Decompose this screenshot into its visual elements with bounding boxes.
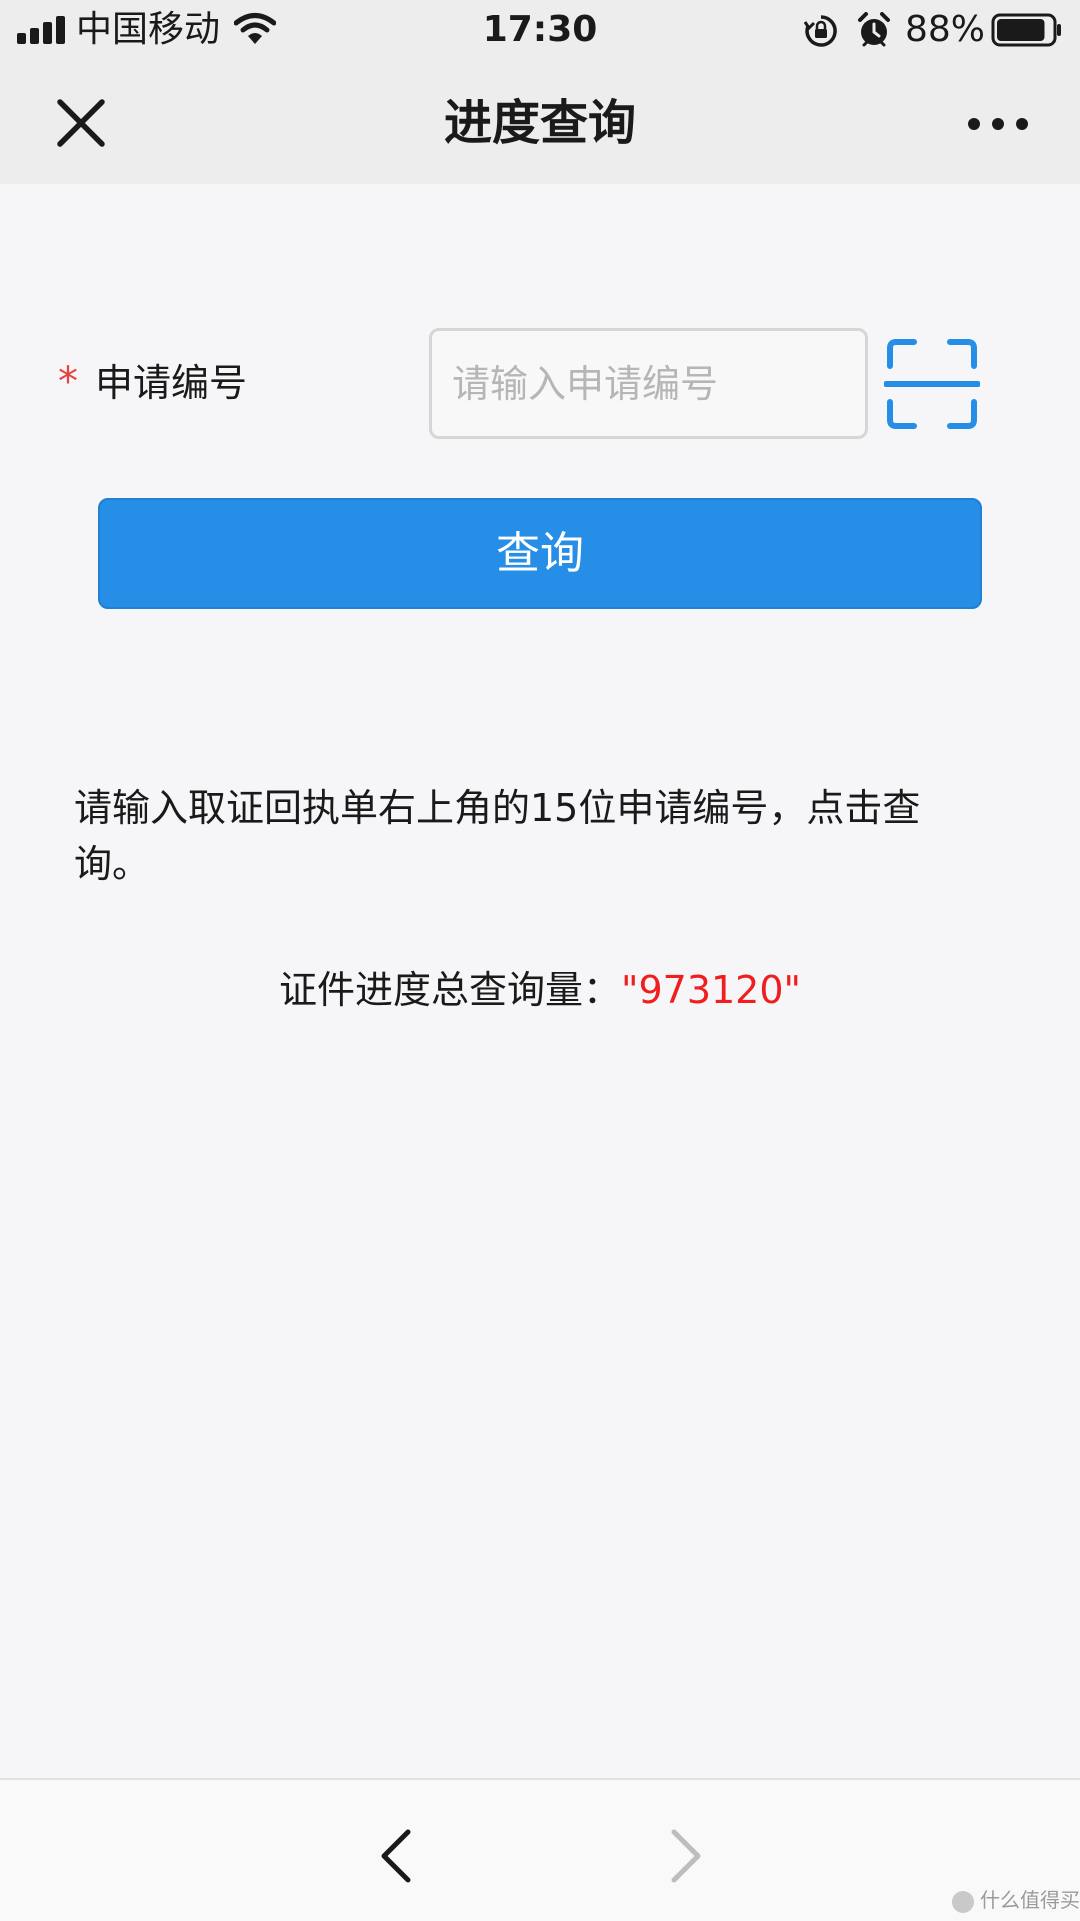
query-button[interactable]: 查询 <box>98 498 982 609</box>
page-title: 进度查询 <box>443 95 636 151</box>
watermark-logo <box>952 1890 974 1913</box>
watermark-text: 什么值得买 <box>980 1888 1080 1912</box>
bottom-toolbar <box>0 1778 1080 1921</box>
battery-percent: 88% <box>905 9 986 50</box>
chevron-right-icon[interactable] <box>664 1828 708 1884</box>
required-mark: * <box>58 359 78 405</box>
alarm-icon <box>858 12 890 47</box>
battery-icon <box>991 13 1061 47</box>
application-number-field[interactable] <box>429 328 868 439</box>
chevron-left-icon[interactable] <box>374 1828 418 1884</box>
watermark: 什么值得买 <box>952 1888 1080 1913</box>
rotation-lock-icon <box>804 15 837 47</box>
application-number-label: 申请编号 <box>95 361 248 405</box>
nav-bar: 进度查询 <box>0 62 1080 184</box>
screen: 中国移动 17:30 88% 进度查询 * 申请编号 请输入申请编号 查询 请输… <box>0 0 1080 1921</box>
more-icon[interactable] <box>966 112 1030 136</box>
status-bar: 中国移动 17:30 88% <box>0 0 1080 62</box>
total-query-value: "973120" <box>620 968 802 1012</box>
scan-icon[interactable] <box>884 336 980 432</box>
instruction-text: 请输入取证回执单右上角的15位申请编号，点击查询。 <box>74 786 921 886</box>
application-number-input[interactable] <box>432 331 865 436</box>
total-query-count: 证件进度总查询量："973120" <box>0 962 1080 1018</box>
total-query-label: 证件进度总查询量： <box>278 968 621 1012</box>
